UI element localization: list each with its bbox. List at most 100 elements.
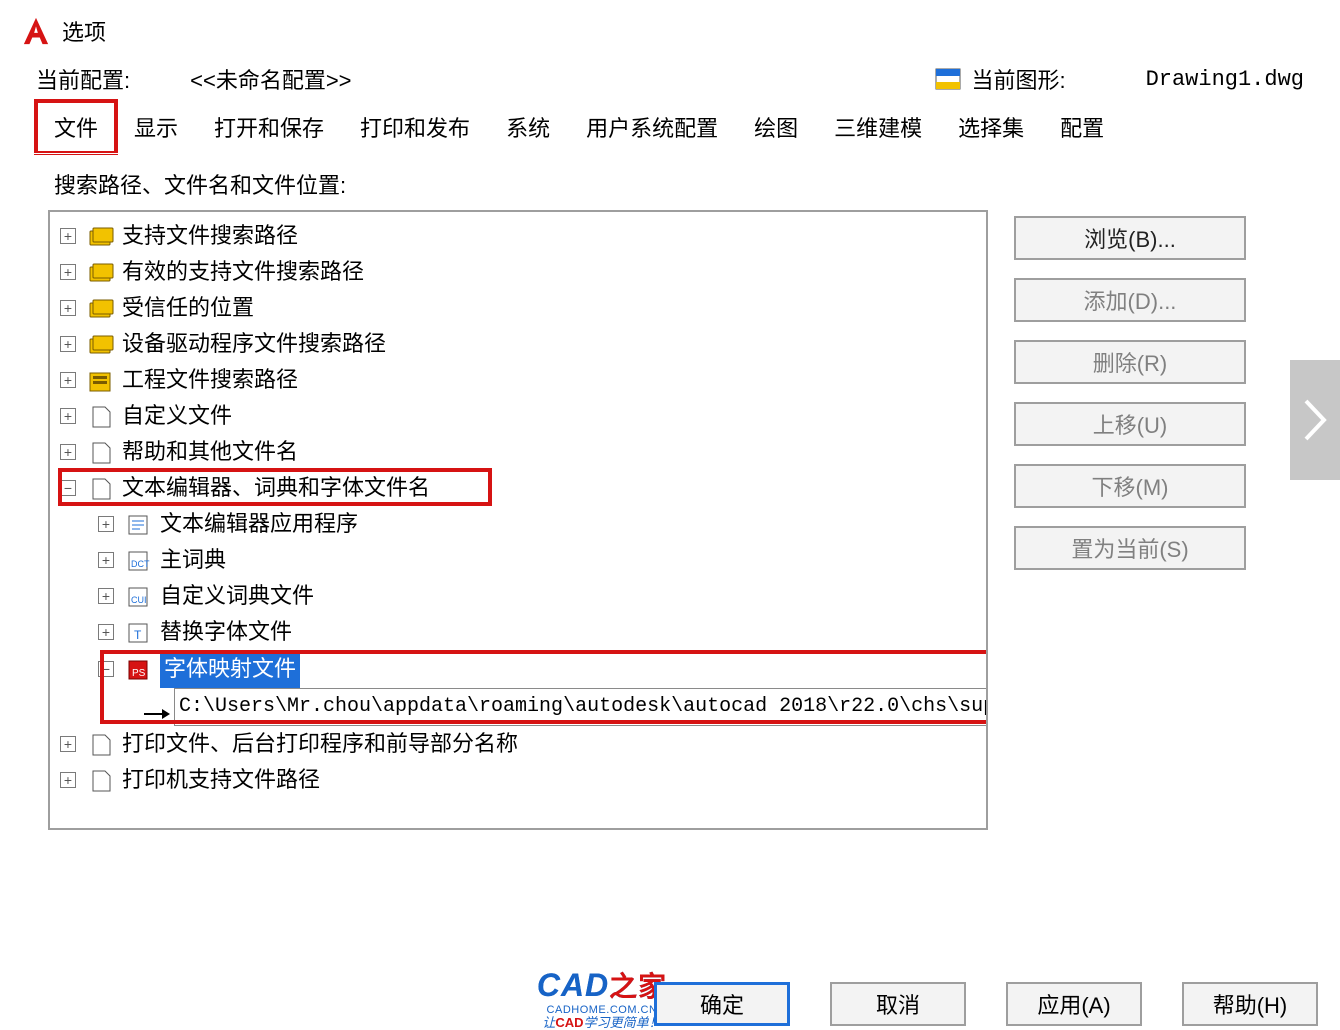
tree-node-font-mapping-file[interactable]: − PS 字体映射文件 [98, 650, 980, 688]
svg-text:PS: PS [132, 668, 146, 679]
file-icon [88, 476, 114, 500]
set-current-button[interactable]: 置为当前(S) [1014, 526, 1246, 570]
tree-label: 文本编辑器、词典和字体文件名 [122, 470, 430, 506]
tree-label: 受信任的位置 [122, 290, 254, 326]
side-button-column: 浏览(B)... 添加(D)... 删除(R) 上移(U) 下移(M) 置为当前… [1014, 216, 1246, 570]
font-mapping-path-value[interactable]: C:\Users\Mr.chou\appdata\roaming\autodes… [174, 688, 986, 726]
tree-node-support-search-path[interactable]: + 支持文件搜索路径 [60, 218, 980, 254]
tree-label: 文本编辑器应用程序 [160, 506, 358, 542]
plus-icon[interactable]: + [98, 516, 114, 532]
tree-label: 主词典 [160, 542, 226, 578]
tab-print-publish[interactable]: 打印和发布 [342, 101, 488, 153]
drawing-icon [935, 66, 961, 92]
gallery-next-arrow[interactable] [1290, 360, 1340, 480]
minus-icon[interactable]: − [60, 480, 76, 496]
svg-text:DCT: DCT [131, 559, 150, 569]
tab-open-save[interactable]: 打开和保存 [196, 101, 342, 153]
tree-node-printer-support-path[interactable]: + 打印机支持文件路径 [60, 762, 980, 798]
footer-buttons: 确定 取消 应用(A) 帮助(H) [654, 982, 1318, 1030]
folder-stack-icon [88, 296, 114, 320]
svg-text:CUI: CUI [131, 595, 147, 605]
ps-font-icon: PS [126, 657, 152, 681]
plus-icon[interactable]: + [60, 300, 76, 316]
plus-icon[interactable]: + [60, 408, 76, 424]
tree-node-trusted-locations[interactable]: + 受信任的位置 [60, 290, 980, 326]
tree-node-text-editor-app[interactable]: + 文本编辑器应用程序 [98, 506, 980, 542]
section-label: 搜索路径、文件名和文件位置: [54, 168, 1310, 200]
tab-system[interactable]: 系统 [488, 101, 568, 153]
plus-icon[interactable]: + [60, 736, 76, 752]
tree-label: 工程文件搜索路径 [122, 362, 298, 398]
tree-label: 替换字体文件 [160, 614, 292, 650]
tab-profiles[interactable]: 配置 [1042, 101, 1122, 153]
plus-icon[interactable]: + [60, 336, 76, 352]
plus-icon[interactable]: + [60, 372, 76, 388]
svg-text:T: T [134, 628, 142, 642]
tab-user-pref[interactable]: 用户系统配置 [568, 101, 736, 153]
tree-node-text-editor-dict-font[interactable]: − 文本编辑器、词典和字体文件名 [60, 470, 980, 506]
tree-node-project-file-path[interactable]: + 工程文件搜索路径 [60, 362, 980, 398]
ok-button[interactable]: 确定 [654, 982, 790, 1026]
folder-stack-icon [88, 224, 114, 248]
tree-node-font-mapping-path[interactable]: C:\Users\Mr.chou\appdata\roaming\autodes… [142, 688, 980, 726]
window-title: 选项 [62, 15, 106, 47]
tree-label: 自定义词典文件 [160, 578, 314, 614]
tree-label: 帮助和其他文件名 [122, 434, 298, 470]
plus-icon[interactable]: + [98, 588, 114, 604]
tree-node-print-file-names[interactable]: + 打印文件、后台打印程序和前导部分名称 [60, 726, 980, 762]
plus-icon[interactable]: + [60, 264, 76, 280]
title-bar: 选项 [0, 0, 1340, 57]
tree-node-device-driver-path[interactable]: + 设备驱动程序文件搜索路径 [60, 326, 980, 362]
tab-3d-modeling[interactable]: 三维建模 [816, 101, 940, 153]
autocad-app-icon [22, 16, 50, 46]
plus-icon[interactable]: + [98, 552, 114, 568]
move-up-button[interactable]: 上移(U) [1014, 402, 1246, 446]
folder-stack-icon [88, 332, 114, 356]
cui-icon: CUI [126, 584, 152, 608]
cancel-button[interactable]: 取消 [830, 982, 966, 1026]
tab-strip: 文件 显示 打开和保存 打印和发布 系统 用户系统配置 绘图 三维建模 选择集 … [0, 101, 1340, 154]
tree-label-selected: 字体映射文件 [160, 650, 300, 688]
tab-drafting[interactable]: 绘图 [736, 101, 816, 153]
tree-node-help-filenames[interactable]: + 帮助和其他文件名 [60, 434, 980, 470]
config-row: 当前配置: <<未命名配置>> 当前图形: Drawing1.dwg [0, 57, 1340, 101]
tree-node-custom-files[interactable]: + 自定义文件 [60, 398, 980, 434]
move-down-button[interactable]: 下移(M) [1014, 464, 1246, 508]
project-folder-icon [88, 368, 114, 392]
file-icon [88, 404, 114, 428]
tree-panel: + 支持文件搜索路径 + 有效的支持文件搜索路径 + 受信任的位置 [48, 210, 988, 830]
tree-node-alternate-font[interactable]: + T 替换字体文件 [98, 614, 980, 650]
tree-label: 设备驱动程序文件搜索路径 [122, 326, 386, 362]
tree-scroll[interactable]: + 支持文件搜索路径 + 有效的支持文件搜索路径 + 受信任的位置 [50, 212, 986, 828]
plus-icon[interactable]: + [60, 772, 76, 788]
notepad-icon [126, 512, 152, 536]
plus-icon[interactable]: + [98, 624, 114, 640]
tab-display[interactable]: 显示 [116, 101, 196, 153]
watermark-brand-en: CAD [537, 967, 609, 1003]
add-button[interactable]: 添加(D)... [1014, 278, 1246, 322]
browse-button[interactable]: 浏览(B)... [1014, 216, 1246, 260]
apply-button[interactable]: 应用(A) [1006, 982, 1142, 1026]
remove-button[interactable]: 删除(R) [1014, 340, 1246, 384]
tab-files[interactable]: 文件 [36, 101, 116, 153]
tree-label: 自定义文件 [122, 398, 232, 434]
file-icon [88, 768, 114, 792]
tree-label: 打印文件、后台打印程序和前导部分名称 [122, 726, 518, 762]
plus-icon[interactable]: + [60, 228, 76, 244]
current-drawing-label: 当前图形: [971, 63, 1065, 95]
folder-stack-icon [88, 260, 114, 284]
tree-label: 有效的支持文件搜索路径 [122, 254, 364, 290]
tab-selection[interactable]: 选择集 [940, 101, 1042, 153]
tree-label: 打印机支持文件路径 [122, 762, 320, 798]
current-config-value: <<未命名配置>> [190, 63, 351, 95]
file-icon [88, 732, 114, 756]
plus-icon[interactable]: + [60, 444, 76, 460]
current-config-label: 当前配置: [36, 63, 130, 95]
tree-node-valid-support-path[interactable]: + 有效的支持文件搜索路径 [60, 254, 980, 290]
dct-icon: DCT [126, 548, 152, 572]
help-button[interactable]: 帮助(H) [1182, 982, 1318, 1026]
tree-node-main-dictionary[interactable]: + DCT 主词典 [98, 542, 980, 578]
font-file-icon: T [126, 620, 152, 644]
minus-icon[interactable]: − [98, 661, 114, 677]
tree-node-custom-dictionary[interactable]: + CUI 自定义词典文件 [98, 578, 980, 614]
